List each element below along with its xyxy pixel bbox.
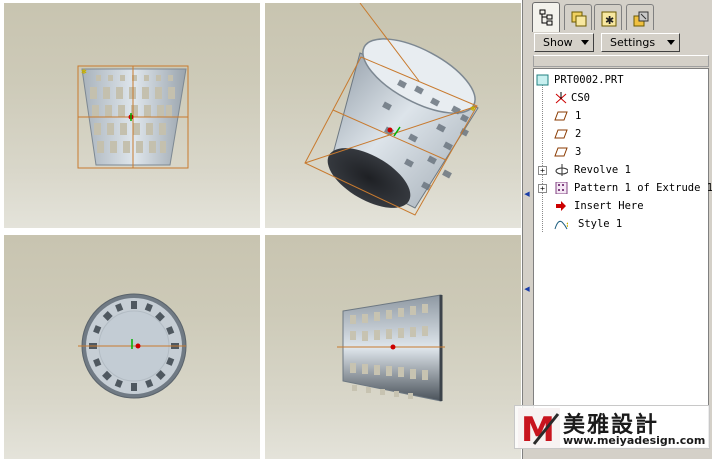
settings-button[interactable]: Settings bbox=[601, 33, 680, 52]
part-icon bbox=[536, 74, 549, 86]
tree-item-label: 2 bbox=[575, 128, 582, 140]
tab-folder-browser[interactable] bbox=[626, 4, 654, 30]
watermark: M 美雅設計 www.meiyadesign.com bbox=[514, 405, 710, 449]
proe-window: ✱ ✱ ◀ ◀ ✱ Show Settings PRT0002.PRT CS0 … bbox=[0, 0, 712, 459]
folder-browser-icon bbox=[633, 11, 649, 27]
settings-label: Settings bbox=[610, 36, 656, 49]
watermark-logo: M bbox=[518, 408, 560, 448]
model-tree-icon bbox=[539, 9, 553, 26]
model-tree[interactable]: PRT0002.PRT CS0 1 2 3 + Revolve 1 + Patt… bbox=[533, 68, 712, 459]
tab-model-tree[interactable] bbox=[532, 2, 560, 32]
watermark-logo-text: M bbox=[521, 410, 555, 448]
navigator-tabs: ✱ bbox=[530, 2, 712, 32]
csys-icon bbox=[555, 92, 567, 104]
show-button[interactable]: Show bbox=[534, 33, 594, 52]
tree-toolbar: Show Settings bbox=[530, 32, 712, 54]
favorites-icon: ✱ bbox=[601, 11, 617, 27]
tree-item-label: Revolve 1 bbox=[574, 164, 631, 176]
basket-side-view bbox=[337, 294, 445, 402]
tab-favorites[interactable]: ✱ bbox=[594, 4, 622, 30]
svg-text:✱: ✱ bbox=[470, 105, 476, 113]
tree-item-label: CS0 bbox=[571, 92, 590, 104]
svg-text:✱: ✱ bbox=[81, 68, 87, 76]
insert-arrow-icon bbox=[556, 201, 566, 211]
revolve-icon bbox=[555, 164, 568, 176]
tree-item-label: PRT0002.PRT bbox=[554, 74, 624, 86]
watermark-url: www.meiyadesign.com bbox=[563, 434, 706, 447]
basket-isometric-view: ✱ bbox=[304, 3, 479, 216]
tree-item-label: 3 bbox=[575, 146, 582, 158]
datum-plane-icon bbox=[554, 111, 568, 121]
basket-front-view: ✱ bbox=[77, 65, 189, 169]
tree-item-label: Pattern 1 of Extrude 1 bbox=[574, 182, 712, 194]
tree-guide-line bbox=[542, 84, 543, 232]
basket-top-view bbox=[78, 293, 187, 399]
navigator-panel: ✱ Show Settings PRT0002.PRT CS0 1 2 3 + … bbox=[530, 0, 712, 459]
panel-splitter[interactable]: ◀ ◀ bbox=[522, 0, 530, 459]
layers-icon bbox=[571, 11, 587, 27]
viewport-isometric[interactable]: ✱ bbox=[265, 3, 521, 228]
tab-layers[interactable] bbox=[564, 4, 592, 30]
chevron-down-icon bbox=[581, 40, 589, 45]
datum-plane-icon bbox=[554, 147, 568, 157]
tree-header[interactable] bbox=[533, 55, 709, 67]
viewport-top[interactable] bbox=[4, 235, 260, 459]
tree-item-label: Insert Here bbox=[574, 200, 644, 212]
graphics-area[interactable]: ✱ ✱ bbox=[0, 0, 522, 459]
svg-text:✱: ✱ bbox=[605, 14, 614, 27]
viewport-side[interactable] bbox=[265, 235, 521, 459]
style-icon: ✱ bbox=[554, 220, 568, 230]
tree-item-label: Style 1 bbox=[578, 218, 623, 230]
expand-icon[interactable]: + bbox=[538, 184, 547, 193]
tree-item-label: 1 bbox=[575, 110, 582, 122]
expand-icon[interactable]: + bbox=[538, 166, 547, 175]
viewport-front[interactable]: ✱ bbox=[4, 3, 260, 228]
pattern-icon bbox=[555, 182, 568, 194]
show-label: Show bbox=[543, 36, 573, 49]
datum-plane-icon bbox=[554, 129, 568, 139]
chevron-down-icon bbox=[667, 40, 675, 45]
svg-text:✱: ✱ bbox=[566, 221, 568, 230]
